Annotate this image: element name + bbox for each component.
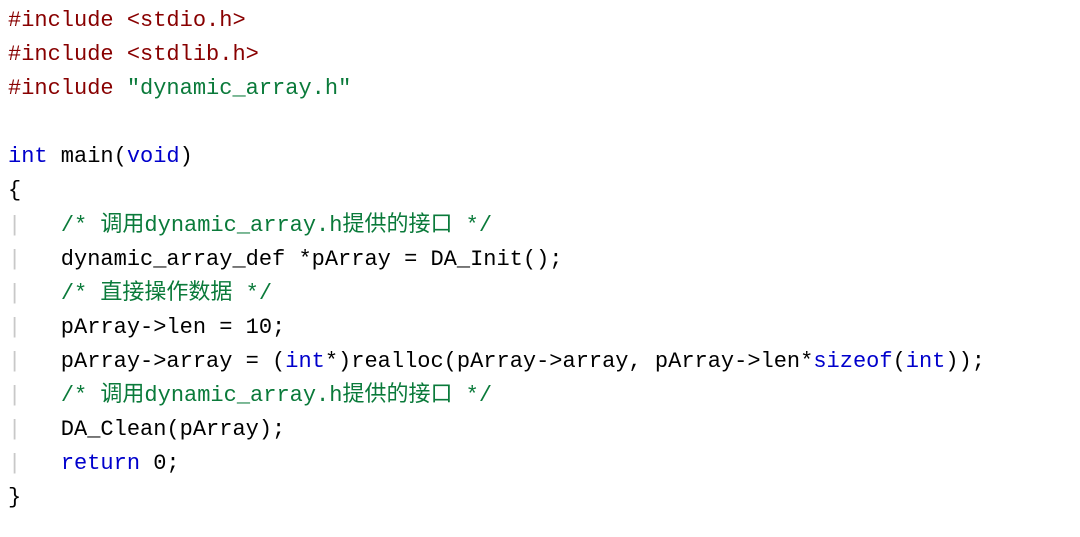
code-line: | /* 直接操作数据 */ xyxy=(8,277,1072,311)
code-token: *)realloc(pArray->array, pArray->len* xyxy=(325,349,813,374)
code-line: int main(void) xyxy=(8,140,1072,174)
code-token: | xyxy=(8,247,21,272)
code-token: | xyxy=(8,213,21,238)
code-token: int xyxy=(285,349,325,374)
code-token: /* 直接操作数据 */ xyxy=(61,281,272,306)
code-token: | xyxy=(8,349,21,374)
code-token: ( xyxy=(893,349,906,374)
code-token: { xyxy=(8,178,21,203)
code-token xyxy=(21,451,61,476)
code-token xyxy=(21,281,61,306)
code-token: pArray->len = 10; xyxy=(21,315,285,340)
code-token: <stdlib.h> xyxy=(127,42,259,67)
code-token: #include xyxy=(8,76,114,101)
code-line: | DA_Clean(pArray); xyxy=(8,413,1072,447)
code-token: /* 调用dynamic_array.h提供的接口 */ xyxy=(61,213,492,238)
code-line: } xyxy=(8,481,1072,515)
code-line: #include <stdio.h> xyxy=(8,4,1072,38)
code-token xyxy=(114,42,127,67)
code-token: main( xyxy=(48,144,127,169)
code-token: } xyxy=(8,485,21,510)
code-token: int xyxy=(8,144,48,169)
code-token: | xyxy=(8,383,21,408)
code-token: <stdio.h> xyxy=(127,8,246,33)
code-line: | /* 调用dynamic_array.h提供的接口 */ xyxy=(8,379,1072,413)
code-token xyxy=(21,383,61,408)
code-token: 0; xyxy=(140,451,180,476)
code-token: DA_Clean(pArray); xyxy=(21,417,285,442)
code-token: dynamic_array_def *pArray = DA_Init(); xyxy=(21,247,562,272)
code-token: | xyxy=(8,281,21,306)
code-token: #include xyxy=(8,8,114,33)
code-line xyxy=(8,106,1072,140)
code-line: #include <stdlib.h> xyxy=(8,38,1072,72)
code-token: int xyxy=(906,349,946,374)
code-block: #include <stdio.h>#include <stdlib.h>#in… xyxy=(0,0,1080,519)
code-token: /* 调用dynamic_array.h提供的接口 */ xyxy=(61,383,492,408)
code-token: | xyxy=(8,315,21,340)
code-token: sizeof xyxy=(813,349,892,374)
code-line: | return 0; xyxy=(8,447,1072,481)
code-token: | xyxy=(8,417,21,442)
code-line: #include "dynamic_array.h" xyxy=(8,72,1072,106)
code-token: pArray->array = ( xyxy=(21,349,285,374)
code-line: | pArray->array = (int*)realloc(pArray->… xyxy=(8,345,1072,379)
code-line: { xyxy=(8,174,1072,208)
code-token: ) xyxy=(180,144,193,169)
code-token: return xyxy=(61,451,140,476)
code-line: | dynamic_array_def *pArray = DA_Init(); xyxy=(8,243,1072,277)
code-token xyxy=(114,76,127,101)
code-token xyxy=(114,8,127,33)
code-token: "dynamic_array.h" xyxy=(127,76,351,101)
code-token: | xyxy=(8,451,21,476)
code-token: #include xyxy=(8,42,114,67)
code-line: | /* 调用dynamic_array.h提供的接口 */ xyxy=(8,209,1072,243)
code-token xyxy=(21,213,61,238)
code-token: void xyxy=(127,144,180,169)
code-token: )); xyxy=(945,349,985,374)
code-line: | pArray->len = 10; xyxy=(8,311,1072,345)
